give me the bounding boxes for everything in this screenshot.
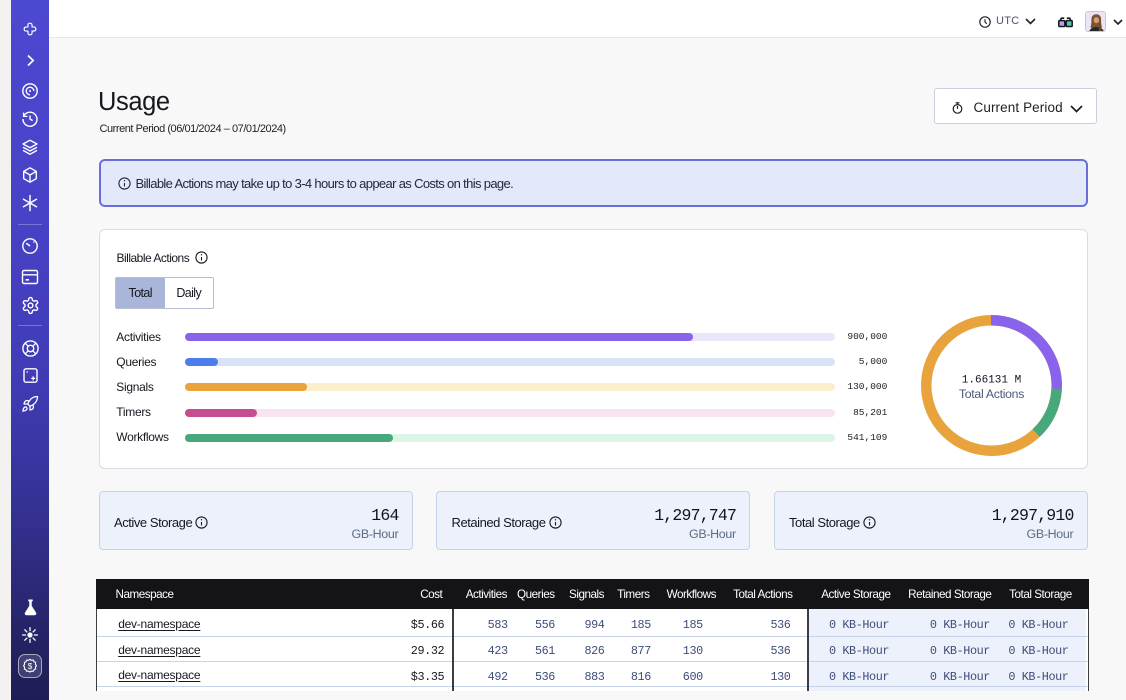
svg-text:$: $	[28, 662, 33, 671]
svg-text:1.66131 M: 1.66131 M	[961, 374, 1020, 386]
svg-text:Total Actions: Total Actions	[958, 387, 1023, 401]
